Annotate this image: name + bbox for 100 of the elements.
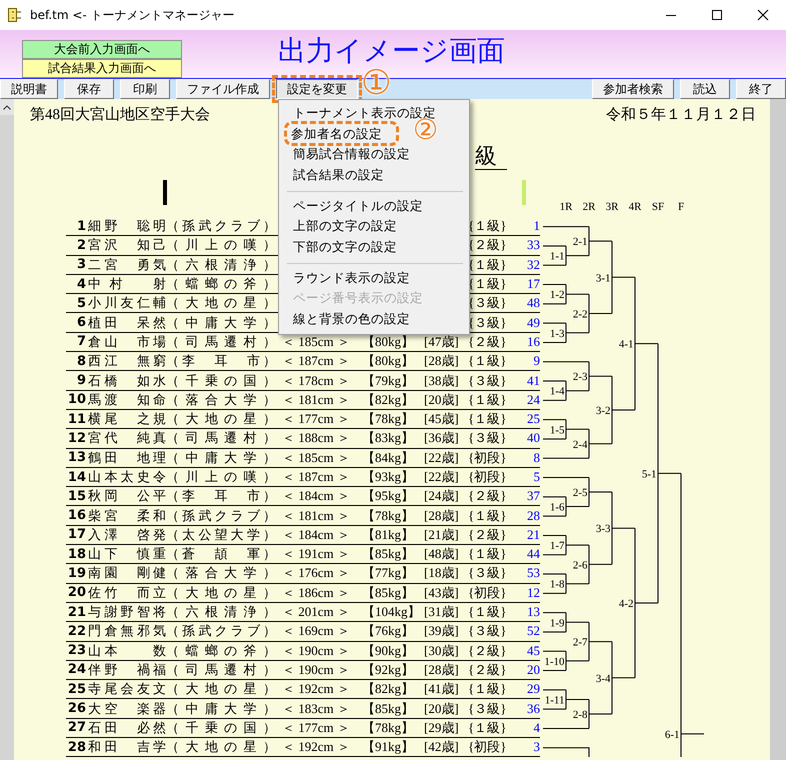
player-name: 植田 呆然 xyxy=(88,314,166,332)
nav-button[interactable]: 大会前入力画面へ xyxy=(22,40,182,59)
team-name: （司馬遷村） xyxy=(166,429,276,448)
toolbar-button[interactable]: 参加者検索 xyxy=(592,79,674,99)
entry-number: 2 xyxy=(76,238,86,253)
event-title: 第48回大宮山地区空手大会 xyxy=(30,105,210,124)
menu-item[interactable]: ラウンド表示の設定 xyxy=(279,268,418,288)
grade-value: {１級} xyxy=(468,256,508,274)
match-label: 1-11 xyxy=(544,694,564,706)
player-name: 細野 聡明 xyxy=(88,217,166,236)
column-marker xyxy=(163,180,167,205)
age-value: [29歳] xyxy=(424,718,460,737)
team-name: （司馬遷村） xyxy=(166,660,276,679)
grade-value: {１級} xyxy=(468,545,508,564)
weight-value: 【82kg】 xyxy=(362,390,415,409)
grade-value: {３級} xyxy=(468,622,508,640)
event-date: 令和５年１１月１２日 xyxy=(606,106,756,124)
team-name: （川上の嘆） xyxy=(166,236,276,254)
weight-value: 【76kg】 xyxy=(362,622,415,640)
grade-value: {２級} xyxy=(468,487,508,506)
height-value: ＜ 177cm ＞ xyxy=(282,410,351,428)
entry-number: 9 xyxy=(76,373,86,388)
menu-item[interactable]: ページタイトルの設定 xyxy=(279,196,431,216)
age-value: [42歳] xyxy=(424,738,460,756)
weight-value: 【78kg】 xyxy=(362,718,415,737)
height-value: ＜ 176cm ＞ xyxy=(282,564,351,582)
menu-item[interactable]: 参加者名の設定 xyxy=(279,124,402,144)
age-value: [21歳] xyxy=(424,526,460,544)
seed-number: 21 xyxy=(526,526,540,543)
entry-number: 7 xyxy=(76,334,86,350)
match-label: 1-4 xyxy=(550,386,564,398)
match-label: 6-1 xyxy=(664,728,680,741)
menu-item[interactable]: 試合結果の設定 xyxy=(279,165,392,186)
match-label: 4-1 xyxy=(618,338,634,351)
weight-value: 【80kg】 xyxy=(362,332,415,351)
entry-number: 4 xyxy=(76,276,86,292)
scrollbar[interactable] xyxy=(770,99,786,760)
age-value: [20歳] xyxy=(424,390,460,409)
entry-number: 19 xyxy=(66,566,86,581)
age-value: [38歳] xyxy=(424,372,460,390)
height-value: ＜ 191cm ＞ xyxy=(282,545,351,564)
scroll-up-icon[interactable] xyxy=(0,99,14,115)
toolbar-button[interactable]: 説明書 xyxy=(0,79,58,99)
match-label: 1-3 xyxy=(550,328,564,340)
menu-item[interactable]: 簡易試合情報の設定 xyxy=(279,144,418,166)
menu-item[interactable]: 下部の文字の設定 xyxy=(279,237,405,258)
weight-value: 【77kg】 xyxy=(362,564,415,582)
match-label: 1-8 xyxy=(550,578,564,591)
nav-button[interactable]: 試合結果入力画面へ xyxy=(22,59,182,78)
player-name: 山本 数 xyxy=(88,642,166,660)
round-header: SF xyxy=(650,201,666,213)
seed-number: 16 xyxy=(526,334,540,350)
menu-item[interactable]: 上部の文字の設定 xyxy=(279,216,405,238)
match-label: 1-5 xyxy=(550,424,564,436)
match-label: 1-10 xyxy=(544,656,564,668)
player-name: 倉山 市場 xyxy=(88,332,166,351)
player-name: 山本太史令 xyxy=(88,468,166,486)
seed-number: 8 xyxy=(532,450,540,466)
grade-value: {１級} xyxy=(468,603,508,622)
toolbar-button[interactable]: 終了 xyxy=(736,79,786,99)
height-value: ＜ 201cm ＞ xyxy=(282,603,351,622)
weight-value: 【80kg】 xyxy=(362,352,415,370)
team-name: （李 耳 市） xyxy=(166,487,276,506)
team-name: （蟷螂の斧） xyxy=(166,642,276,660)
round-header: 2R xyxy=(582,201,596,213)
seed-number: 40 xyxy=(526,430,540,446)
team-name: （大地の星） xyxy=(166,294,276,312)
age-value: [31歳] xyxy=(424,603,460,622)
seed-number: 4 xyxy=(532,720,540,736)
team-name: （孫武クラブ） xyxy=(166,506,276,525)
age-value: [30歳] xyxy=(424,642,460,660)
height-value: ＜ 184cm ＞ xyxy=(282,487,351,506)
player-name: 大空 楽器 xyxy=(88,700,166,718)
toolbar-button[interactable]: 印刷 xyxy=(120,79,170,99)
entry-number: 21 xyxy=(66,604,86,620)
age-value: [48歳] xyxy=(424,545,460,564)
entry-number: 8 xyxy=(76,354,86,369)
player-name: 与謝野智将 xyxy=(88,603,166,622)
seed-number: 37 xyxy=(526,488,540,504)
grade-value: {３級} xyxy=(468,700,508,718)
age-value: [28歳] xyxy=(424,352,460,370)
entry-number: 1 xyxy=(76,218,86,234)
age-value: [22歳] xyxy=(424,448,460,467)
toolbar-button[interactable]: ファイル作成 xyxy=(176,79,270,99)
toolbar-button[interactable]: 保存 xyxy=(64,79,114,99)
entry-number: 27 xyxy=(66,720,86,736)
team-name: （司馬遷村） xyxy=(166,332,276,351)
seed-number: 48 xyxy=(526,295,540,312)
age-value: [18歳] xyxy=(424,564,460,582)
seed-number: 13 xyxy=(526,604,540,620)
team-name: （落合大学） xyxy=(166,390,276,409)
seed-number: 41 xyxy=(526,372,540,389)
weight-value: 【81kg】 xyxy=(362,526,415,544)
seed-number: 1 xyxy=(532,218,540,234)
team-name: （大地の星） xyxy=(166,680,276,698)
maximize-icon xyxy=(711,9,723,21)
toolbar-button[interactable]: 読込 xyxy=(680,79,730,99)
player-name: 馬渡 知命 xyxy=(88,390,166,409)
weight-value: 【82kg】 xyxy=(362,680,415,698)
menu-item[interactable]: 線と背景の色の設定 xyxy=(279,309,418,330)
